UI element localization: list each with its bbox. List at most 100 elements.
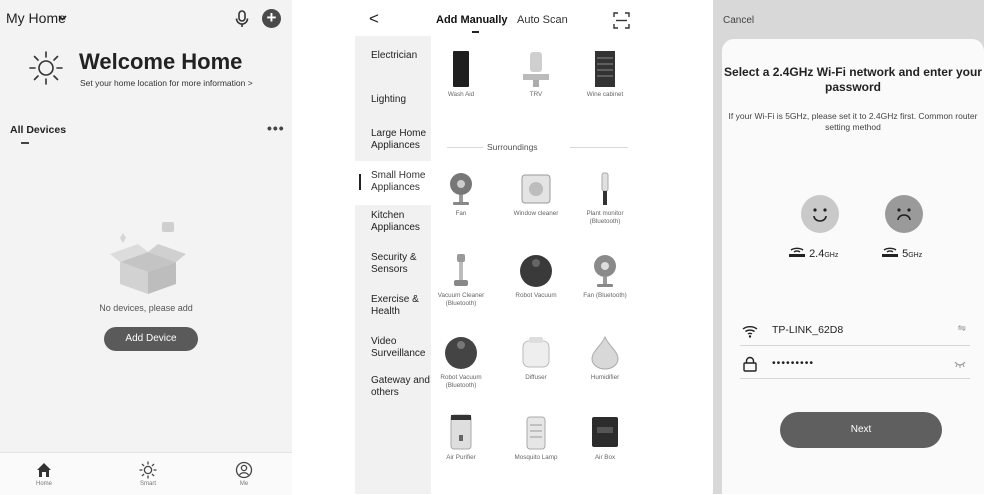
welcome-title: Welcome Home	[79, 49, 243, 74]
device-caption: Fan (Bluetooth)	[583, 292, 627, 299]
tab-home[interactable]: Home	[14, 453, 74, 487]
profile-icon	[235, 461, 253, 479]
lock-icon	[743, 356, 757, 372]
wash-aid-image	[453, 51, 469, 87]
chevron-down-icon[interactable]	[58, 15, 67, 21]
band-5ghz: 5GHz	[881, 245, 922, 260]
band-24ghz: 2.4GHz	[788, 245, 838, 260]
device-caption: Air Purifier	[446, 454, 476, 461]
category-item[interactable]: Large Home Appliances	[371, 128, 433, 152]
device-item[interactable]: Wash Aid	[432, 50, 490, 99]
empty-box-illustration	[110, 222, 186, 294]
device-item[interactable]: Window cleaner	[507, 171, 565, 218]
band-5-unit: GHz	[908, 252, 923, 259]
robot-vacuum-bluetooth-image	[445, 337, 477, 369]
robot-vacuum-image	[520, 255, 552, 287]
fan-bluetooth-image	[594, 255, 616, 287]
bottom-tab-bar: Home Smart Me	[0, 452, 292, 495]
tab-auto-scan[interactable]: Auto Scan	[517, 14, 568, 26]
ssid-field[interactable]: TP-LINK_62D8 ⇋	[740, 319, 970, 346]
wifi-setup-screen: Cancel Select a 2.4GHz Wi-Fi network and…	[713, 0, 984, 494]
sad-face-icon	[885, 195, 923, 233]
tab-me[interactable]: Me	[214, 453, 274, 487]
category-item[interactable]: Exercise & Health	[371, 294, 433, 318]
scan-icon[interactable]	[613, 12, 630, 29]
add-icon[interactable]: +	[262, 9, 281, 28]
active-tab-indicator	[21, 142, 29, 144]
device-caption: Wash Aid	[447, 91, 475, 98]
sun-icon	[29, 51, 63, 85]
ssid-value: TP-LINK_62D8	[772, 324, 844, 336]
device-item[interactable]: Air Purifier	[432, 413, 490, 462]
happy-face-icon	[801, 195, 839, 233]
switch-network-icon[interactable]: ⇋	[958, 323, 966, 334]
wifi-icon	[742, 326, 758, 338]
active-category-bar	[359, 174, 361, 190]
category-item[interactable]: Electrician	[371, 50, 433, 62]
band-24-unit: GHz	[824, 252, 839, 259]
home-icon	[37, 463, 51, 477]
next-button[interactable]: Next	[780, 412, 942, 448]
device-caption: Mosquito Lamp	[514, 454, 558, 461]
device-item[interactable]: Wine cabinet	[576, 50, 634, 99]
device-caption: Air Box	[594, 454, 616, 461]
hidden-eye-icon[interactable]	[954, 361, 966, 368]
category-item[interactable]: Security & Sensors	[371, 252, 433, 276]
back-arrow-icon[interactable]: <	[369, 9, 379, 29]
add-device-button[interactable]: Add Device	[104, 327, 198, 351]
device-item[interactable]: Plant monitor (Bluetooth)	[576, 171, 634, 226]
window-cleaner-image	[521, 174, 551, 204]
wifi-title: Select a 2.4GHz Wi-Fi network and enter …	[724, 65, 982, 94]
humidifier-image	[591, 335, 619, 370]
trv-image	[523, 52, 549, 87]
microphone-icon[interactable]	[232, 9, 252, 29]
device-item[interactable]: Robot Vacuum (Bluetooth)	[432, 335, 490, 390]
password-field[interactable]: •••••••••	[740, 352, 970, 379]
device-item[interactable]: Robot Vacuum	[507, 253, 565, 300]
category-item[interactable]: Video Surveillance	[371, 336, 433, 360]
tab-me-label: Me	[239, 481, 249, 487]
device-caption: Fan	[455, 210, 467, 217]
category-item-active[interactable]: Small Home Appliances	[371, 170, 433, 194]
device-item[interactable]: Fan	[432, 171, 490, 218]
active-tab-indicator	[472, 31, 479, 33]
category-sidebar: Electrician Lighting Large Home Applianc…	[355, 36, 431, 494]
device-caption: Wine cabinet	[586, 91, 624, 98]
device-caption: Robot Vacuum (Bluetooth)	[440, 374, 482, 389]
device-caption: Window cleaner	[513, 210, 559, 217]
device-item[interactable]: Diffuser	[507, 335, 565, 382]
all-devices-tab[interactable]: All Devices	[10, 124, 66, 136]
smart-sun-icon	[139, 461, 157, 479]
home-selector-title[interactable]: My Home	[6, 10, 66, 26]
device-caption: Plant monitor (Bluetooth)	[586, 210, 624, 225]
device-item[interactable]: Mosquito Lamp	[507, 413, 565, 462]
device-caption: Humidifier	[590, 374, 620, 381]
vacuum-cleaner-image	[454, 254, 468, 286]
location-hint-link[interactable]: Set your home location for more informat…	[80, 78, 253, 88]
diffuser-image	[522, 337, 550, 368]
more-options-icon[interactable]: •••	[267, 120, 285, 136]
wifi-card: Select a 2.4GHz Wi-Fi network and enter …	[722, 39, 984, 494]
category-item[interactable]: Lighting	[371, 94, 433, 106]
wifi-hint-link[interactable]: If your Wi-Fi is 5GHz, please set it to …	[722, 111, 984, 133]
tab-add-manually[interactable]: Add Manually	[436, 14, 508, 26]
router-icon	[882, 247, 898, 257]
device-item[interactable]: Vacuum Cleaner (Bluetooth)	[432, 253, 490, 308]
device-item[interactable]: Fan (Bluetooth)	[576, 253, 634, 300]
device-item[interactable]: Humidifier	[576, 335, 634, 382]
cancel-button[interactable]: Cancel	[723, 15, 754, 26]
tab-smart[interactable]: Smart	[118, 453, 178, 487]
home-screen: My Home + Welcome Home Set your home loc…	[0, 0, 292, 495]
category-item[interactable]: Kitchen Appliances	[371, 210, 433, 234]
section-divider	[570, 147, 628, 148]
category-item[interactable]: Gateway and others	[371, 375, 433, 399]
add-device-screen: < Add Manually Auto Scan Electrician Lig…	[355, 0, 635, 494]
device-item[interactable]: Air Box	[576, 413, 634, 462]
device-caption: Robot Vacuum	[515, 292, 557, 299]
band-24-value: 2.4	[809, 248, 825, 260]
device-item[interactable]: TRV	[507, 50, 565, 99]
wine-cabinet-image	[595, 51, 615, 87]
router-icon	[789, 247, 805, 257]
tab-smart-label: Smart	[139, 481, 156, 487]
device-caption: TRV	[529, 91, 543, 98]
